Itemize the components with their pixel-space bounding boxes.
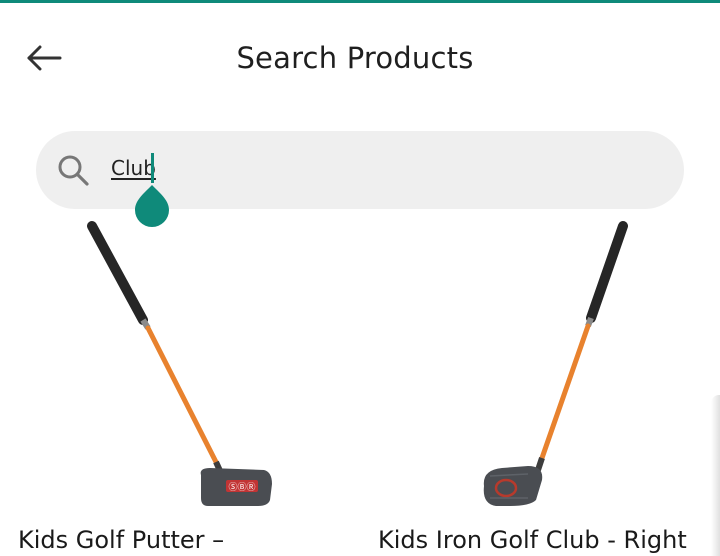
svg-text:ⓈⒷⓇ: ⓈⒷⓇ xyxy=(228,482,255,493)
page-title: Search Products xyxy=(236,41,474,75)
product-image-iron xyxy=(483,221,628,506)
product-title: Kids Golf Putter – xyxy=(18,526,225,554)
app-header: Search Products xyxy=(0,28,720,90)
product-title: Kids Iron Golf Club - Right xyxy=(378,526,687,554)
status-accent-line xyxy=(0,0,720,3)
text-cursor xyxy=(151,153,154,183)
product-card[interactable]: Kids Iron Golf Club - Right xyxy=(378,218,708,556)
scroll-edge xyxy=(711,395,720,556)
search-bar[interactable]: Club xyxy=(36,131,684,227)
product-card[interactable]: ⓈⒷⓇ Kids Golf Putter – xyxy=(18,218,348,556)
search-icon xyxy=(58,155,89,186)
search-input[interactable]: Club xyxy=(111,156,156,180)
product-image-putter: ⓈⒷⓇ xyxy=(87,221,272,506)
